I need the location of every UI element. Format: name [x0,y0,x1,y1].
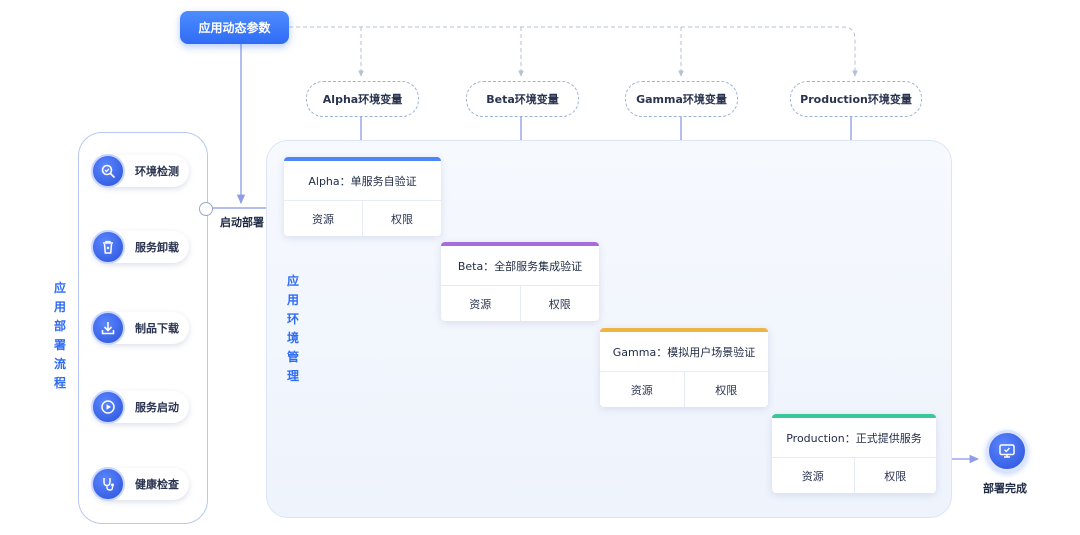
app-dynamic-params: 应用动态参数 [180,11,289,44]
stage-attrs: 资源 权限 [284,201,441,236]
step-artifact-download: 制品下载 [91,311,189,345]
stage-permission: 权限 [519,286,600,321]
monitor-check-icon [986,430,1028,472]
stage-card-alpha: Alpha：单服务自验证 资源 权限 [284,157,441,236]
alpha-env-var: Alpha环境变量 [306,81,419,117]
stage-resource: 资源 [469,297,492,311]
trash-icon [91,230,125,264]
step-service-start: 服务启动 [91,390,189,424]
step-label: 制品下载 [135,322,179,335]
stethoscope-icon [91,467,125,501]
deploy-junction [199,202,213,216]
stage-permission: 权限 [362,201,441,236]
download-icon [91,311,125,345]
stage-title: Gamma：模拟用户场景验证 [600,332,768,372]
step-label: 环境检测 [135,165,179,178]
stage-title: Beta：全部服务集成验证 [441,246,599,286]
stage-resource: 资源 [312,212,334,226]
params-distribution-line [289,26,858,77]
step-health-check: 健康检查 [91,467,189,501]
stage-permission: 权限 [853,458,937,493]
stage-attrs: 资源 权限 [441,286,599,321]
stage-title: Production：正式提供服务 [772,418,936,458]
stage-attrs: 资源 权限 [772,458,936,493]
deploy-done-label: 部署完成 [983,482,1027,495]
pipeline-title: 应用部署流程 [53,281,66,390]
step-label: 健康检查 [135,478,179,491]
stage-card-beta: Beta：全部服务集成验证 资源 权限 [441,242,599,321]
production-env-var: Production环境变量 [790,81,922,117]
step-service-uninstall: 服务卸载 [91,230,189,264]
step-label: 服务启动 [135,401,179,414]
stage-card-gamma: Gamma：模拟用户场景验证 资源 权限 [600,328,768,407]
stage-resource: 资源 [801,469,824,483]
deploy-label: 启动部署 [220,216,264,229]
stage-permission: 权限 [683,372,769,407]
env-area-title: 应用环境管理 [286,274,299,383]
step-env-check: 环境检测 [91,154,189,188]
play-icon [91,390,125,424]
gamma-env-var: Gamma环境变量 [625,81,738,117]
stage-resource: 资源 [630,383,653,397]
beta-env-var: Beta环境变量 [466,81,579,117]
stage-title: Alpha：单服务自验证 [284,161,441,201]
search-check-icon [91,154,125,188]
step-label: 服务卸载 [135,241,179,254]
stage-card-production: Production：正式提供服务 资源 权限 [772,414,936,493]
stage-attrs: 资源 权限 [600,372,768,407]
